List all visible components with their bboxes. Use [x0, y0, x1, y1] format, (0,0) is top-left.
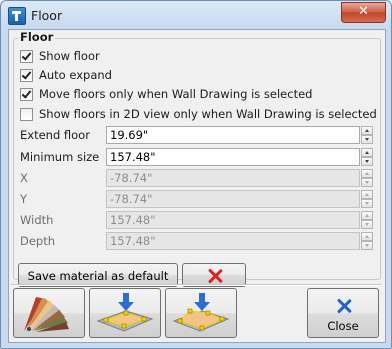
title-bar[interactable]: Floor ✕: [1, 1, 391, 29]
spin-down-icon: [361, 220, 373, 229]
spin-up-icon: [361, 232, 373, 241]
minimum-size-spinner[interactable]: [361, 148, 373, 166]
depth-spinner: [361, 232, 373, 250]
depth-field: [106, 232, 360, 250]
spin-down-icon: [361, 178, 373, 187]
spin-up-icon[interactable]: [361, 148, 373, 157]
checkbox-box[interactable]: [20, 88, 33, 101]
y-spinner: [361, 190, 373, 208]
spin-up-icon[interactable]: [361, 126, 373, 135]
spin-up-icon: [361, 211, 373, 220]
width-label: Width: [20, 213, 54, 227]
apply-floor-all-button[interactable]: [165, 288, 237, 338]
floor-dialog: Floor ✕ Floor Show floor Auto expand Mov…: [0, 0, 392, 349]
spin-up-icon: [361, 190, 373, 199]
spin-down-icon: [361, 241, 373, 250]
checkbox-box[interactable]: [20, 69, 33, 82]
floor-apply-all-icon: [172, 293, 230, 332]
checkbox-label: Show floors in 2D view only when Wall Dr…: [39, 107, 377, 121]
window-close-button[interactable]: ✕: [341, 2, 386, 23]
x-label: X: [20, 171, 28, 185]
blue-x-icon: [336, 298, 352, 314]
material-button[interactable]: [13, 288, 85, 338]
checkbox-box[interactable]: [20, 50, 33, 63]
x-field: [106, 169, 360, 187]
width-field: [106, 211, 360, 229]
spin-up-icon: [361, 169, 373, 178]
apply-floor-button[interactable]: [89, 288, 161, 338]
spin-down-icon[interactable]: [361, 157, 373, 166]
close-button-label: Close: [327, 319, 359, 333]
spin-down-icon: [361, 199, 373, 208]
y-label: Y: [20, 192, 28, 206]
minimum-size-label: Minimum size: [20, 150, 100, 164]
close-x-icon: ✕: [358, 4, 369, 19]
material-swatch-icon: [24, 297, 69, 332]
floor-group: Floor Show floor Auto expand Move floors…: [13, 30, 381, 287]
depth-label: Depth: [20, 234, 56, 248]
spin-down-icon[interactable]: [361, 135, 373, 144]
width-spinner: [361, 211, 373, 229]
extend-floor-spinner[interactable]: [361, 126, 373, 144]
app-logo-icon: [8, 7, 26, 25]
checkbox-label: Move floors only when Wall Drawing is se…: [39, 87, 313, 101]
group-title: Floor: [18, 30, 56, 44]
extend-floor-label: Extend floor: [20, 128, 90, 142]
checkbox-label: Show floor: [39, 49, 100, 63]
checkbox-box[interactable]: [20, 108, 33, 121]
x-spinner: [361, 169, 373, 187]
red-x-icon: [207, 268, 223, 284]
floor-apply-icon: [96, 293, 154, 332]
extend-floor-field[interactable]: [106, 126, 360, 144]
window-title: Floor: [31, 8, 63, 23]
divider: [11, 284, 381, 286]
close-button[interactable]: Close: [307, 288, 379, 338]
y-field: [106, 190, 360, 208]
dialog-client-area: Floor Show floor Auto expand Move floors…: [8, 29, 386, 343]
minimum-size-field[interactable]: [106, 148, 360, 166]
checkbox-label: Auto expand: [39, 68, 112, 82]
